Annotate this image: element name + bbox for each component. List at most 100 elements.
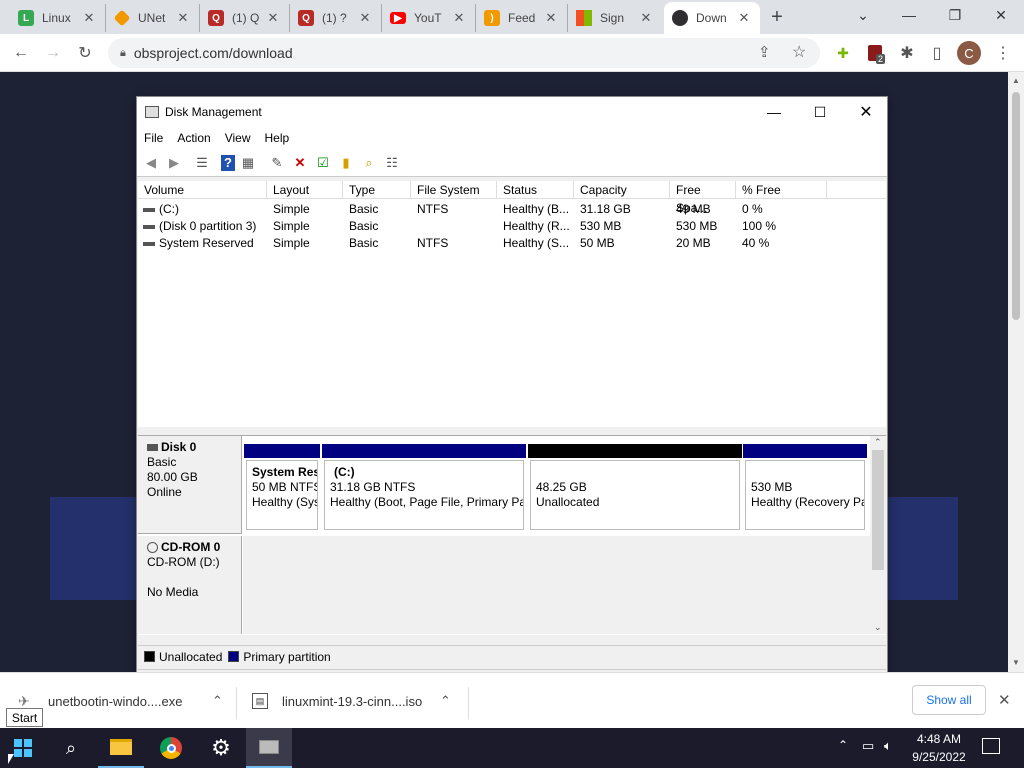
close-tab-icon[interactable]: ✕ (638, 10, 654, 26)
close-tab-icon[interactable]: ✕ (175, 10, 191, 26)
browser-tab[interactable]: Q (1) Q ✕ (200, 4, 290, 32)
forward-arrow-icon[interactable]: ▶ (164, 153, 184, 173)
close-tab-icon[interactable]: ✕ (265, 10, 281, 26)
scrollbar-thumb[interactable] (1012, 92, 1020, 320)
network-icon[interactable]: ▭ (862, 738, 874, 754)
partition-recovery[interactable]: 530 MB Healthy (Recovery Pa (743, 444, 867, 532)
windows-start-button[interactable] (0, 728, 46, 768)
file-explorer-icon[interactable] (98, 728, 144, 768)
extensions-puzzle-icon[interactable]: ✱ (894, 40, 920, 66)
cell-capacity: 530 MB (580, 219, 622, 233)
new-tab-button[interactable]: + (764, 4, 790, 30)
close-tab-icon[interactable]: ✕ (543, 10, 559, 26)
close-shelf-icon[interactable]: ✕ (998, 691, 1011, 709)
minimize-icon[interactable]: — (886, 0, 932, 30)
partition-system-reserved[interactable]: System Res 50 MB NTFS Healthy (Sys (244, 444, 320, 532)
download-filename: unetbootin-windo....exe (48, 693, 183, 709)
partition-c[interactable]: (C:) 31.18 GB NTFS Healthy (Boot, Page F… (322, 444, 526, 532)
volume-icon[interactable]: 🔈︎ (884, 738, 892, 754)
scroll-down-icon[interactable]: ▼ (1012, 658, 1020, 667)
check-icon[interactable]: ☑ (313, 153, 333, 173)
browser-tab[interactable]: Sign ✕ (568, 4, 662, 32)
menu-action[interactable]: Action (170, 131, 217, 145)
share-icon[interactable]: ⇪ (758, 43, 771, 61)
close-window-icon[interactable]: ✕ (978, 0, 1024, 30)
col-status[interactable]: Status (497, 181, 574, 199)
settings-list-icon[interactable]: ☷ (382, 153, 402, 173)
dm-minimize-icon[interactable]: — (751, 97, 797, 127)
chevron-up-icon[interactable]: ⌃ (440, 693, 451, 709)
profile-avatar[interactable]: C (957, 41, 981, 65)
disk-management-taskbar-icon[interactable] (246, 728, 292, 768)
back-arrow-icon[interactable]: ◀ (141, 153, 161, 173)
restore-icon[interactable]: ❐ (932, 0, 978, 30)
dm-title-bar[interactable]: Disk Management — ☐ ✕ (137, 97, 887, 127)
download-item[interactable]: ▤ linuxmint-19.3-cinn....iso ⌃ (252, 679, 468, 723)
dm-maximize-icon[interactable]: ☐ (797, 97, 843, 127)
col-layout[interactable]: Layout (267, 181, 343, 199)
browser-tab[interactable]: ) Feed ✕ (476, 4, 568, 32)
close-tab-icon[interactable]: ✕ (81, 10, 97, 26)
table-row[interactable]: (C:) Simple Basic NTFS Healthy (B... 31.… (138, 201, 886, 218)
col-volume[interactable]: Volume (138, 181, 267, 199)
chevron-up-icon[interactable]: ⌃ (212, 693, 223, 709)
back-icon[interactable]: ← (8, 40, 34, 66)
settings-gear-icon[interactable]: ⚙ (198, 728, 244, 768)
menu-help[interactable]: Help (258, 131, 297, 145)
col-free-space[interactable]: Free Spa... (670, 181, 736, 215)
col-percent-free[interactable]: % Free (736, 181, 827, 199)
table-row[interactable]: (Disk 0 partition 3) Simple Basic Health… (138, 218, 886, 235)
address-bar[interactable]: 🔒︎ obsproject.com/download ⇪ ☆ (108, 38, 820, 68)
connect-disk-icon[interactable]: ✎ (267, 153, 287, 173)
forward-icon[interactable]: → (40, 40, 66, 66)
menu-file[interactable]: File (137, 131, 170, 145)
table-row[interactable]: System Reserved Simple Basic NTFS Health… (138, 235, 886, 252)
partition-bar (244, 444, 320, 458)
col-type[interactable]: Type (343, 181, 411, 199)
browser-tab[interactable]: UNet ✕ (106, 4, 200, 32)
chrome-icon[interactable] (148, 728, 194, 768)
properties-icon[interactable]: ▦ (238, 153, 258, 173)
show-all-button[interactable]: Show all (912, 685, 986, 715)
dm-close-icon[interactable]: ✕ (843, 97, 889, 127)
console-tree-icon[interactable]: ☰ (192, 153, 212, 173)
reload-icon[interactable]: ↻ (72, 40, 98, 66)
browser-tab-active[interactable]: Down ✕ (664, 2, 760, 34)
scrollbar-thumb[interactable] (872, 450, 884, 570)
cell-status: Healthy (B... (503, 202, 570, 216)
page-scrollbar[interactable]: ▲ ▼ (1008, 72, 1024, 672)
close-tab-icon[interactable]: ✕ (357, 10, 373, 26)
scroll-down-icon[interactable]: ⌄ (874, 622, 882, 633)
partition-unallocated[interactable]: 48.25 GB Unallocated (528, 444, 742, 532)
bookmark-star-icon[interactable]: ☆ (792, 42, 806, 62)
scroll-up-icon[interactable]: ⌃ (874, 437, 882, 448)
download-filename: linuxmint-19.3-cinn....iso (282, 693, 423, 709)
search-folder-icon[interactable]: ⌕ (359, 153, 379, 173)
url-text[interactable]: obsproject.com/download (134, 45, 293, 61)
side-panel-icon[interactable]: ▯ (924, 40, 950, 66)
menu-kebab-icon[interactable]: ⋮ (990, 40, 1016, 66)
menu-view[interactable]: View (218, 131, 258, 145)
browser-tab[interactable]: Q (1) ? ✕ (290, 4, 382, 32)
help-icon[interactable]: ? (221, 154, 235, 171)
disk-area-scrollbar[interactable]: ⌃ ⌄ (870, 436, 886, 634)
chevron-up-icon[interactable]: ⌃ (838, 738, 848, 752)
notifications-icon[interactable] (982, 738, 1000, 754)
download-item[interactable]: ✈ unetbootin-windo....exe ⌃ (18, 679, 236, 723)
folder-up-icon[interactable]: ▮ (336, 153, 356, 173)
extension-icon[interactable]: ✚ (830, 40, 856, 66)
cdrom-label[interactable]: CD-ROM 0 CD-ROM (D:) No Media (138, 536, 242, 634)
delete-icon[interactable]: ✕ (290, 153, 310, 173)
browser-tab[interactable]: ▶ YouT ✕ (382, 4, 476, 32)
extension-badge-icon[interactable]: 2 (862, 40, 888, 66)
col-file-system[interactable]: File System (411, 181, 497, 199)
tab-search-icon[interactable]: ⌄ (840, 0, 886, 30)
search-icon[interactable]: ⌕ (48, 728, 94, 768)
browser-tab[interactable]: L Linux ✕ (10, 4, 106, 32)
col-capacity[interactable]: Capacity (574, 181, 670, 199)
taskbar-clock[interactable]: 4:48 AM 9/25/2022 (906, 730, 972, 766)
disk0-label[interactable]: Disk 0 Basic 80.00 GB Online (138, 436, 242, 534)
scroll-up-icon[interactable]: ▲ (1012, 76, 1020, 85)
close-tab-icon[interactable]: ✕ (451, 10, 467, 26)
close-tab-icon[interactable]: ✕ (736, 10, 752, 26)
